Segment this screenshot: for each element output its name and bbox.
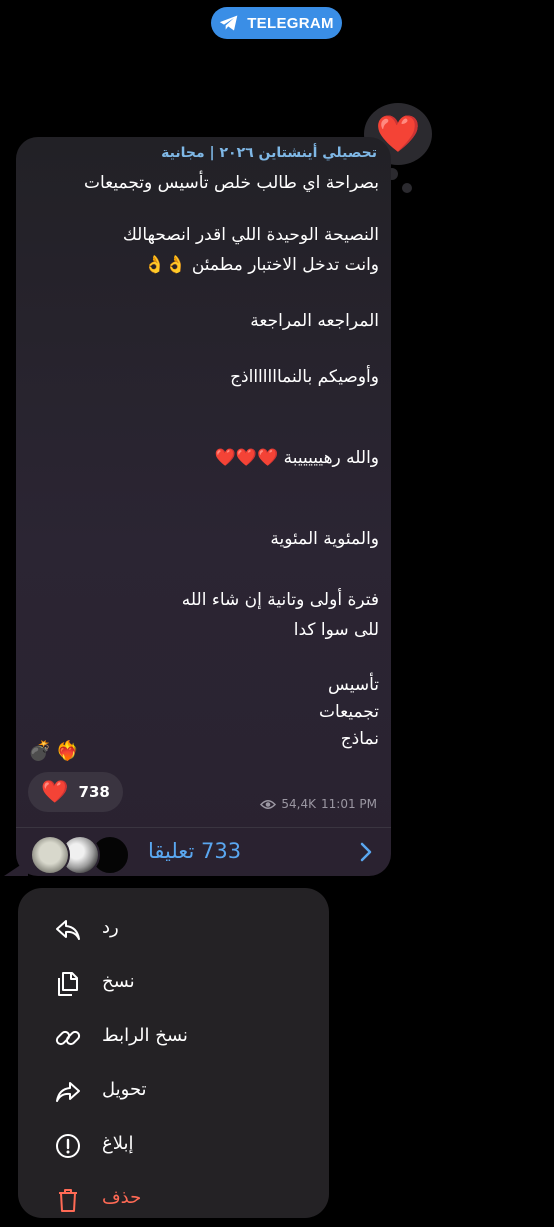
view-count: 54,4K xyxy=(281,797,316,811)
menu-label: نسخ الرابط xyxy=(102,1025,188,1046)
message-line: فترة أولى وتانية إن شاء الله xyxy=(181,590,379,610)
telegram-icon xyxy=(220,15,238,31)
message-text: بصراحة اي طالب خلص تأسيس وتجميعات النصيح… xyxy=(27,172,379,750)
heart-on-fire-emoji: ❤️‍🔥 xyxy=(55,740,80,762)
menu-item-copy-link[interactable]: نسخ الرابط xyxy=(18,1011,329,1065)
reply-icon xyxy=(56,920,80,940)
bomb-emoji: 💣 xyxy=(28,740,52,762)
menu-item-delete[interactable]: حذف xyxy=(18,1173,329,1227)
menu-item-reply[interactable]: رد xyxy=(18,903,329,957)
bubble-dot xyxy=(402,183,412,193)
message-bubble[interactable]: تحصيلي أينشتاين ٢٠٢٦ | مجانية بصراحة اي … xyxy=(16,137,391,876)
emoji-reactions: 💣 ❤️‍🔥 xyxy=(28,739,79,762)
heart-reaction-chip[interactable]: ❤️ 738 xyxy=(28,772,123,812)
message-line: المراجعه المراجعة xyxy=(250,311,379,331)
comments-bar[interactable]: 733 تعليقا xyxy=(16,827,391,876)
report-icon xyxy=(56,1134,80,1158)
commenter-avatars xyxy=(30,835,140,875)
message-line: تجميعات xyxy=(318,702,379,722)
heart-icon: ❤️ xyxy=(41,779,69,805)
message-line: النصيحة الوحيدة اللي اقدر انصحهالك xyxy=(122,225,379,245)
message-line: وأوصيكم بالنماااااااذج xyxy=(230,367,379,387)
menu-item-report[interactable]: إبلاغ xyxy=(18,1119,329,1173)
message-meta: 54,4K 11:01 PM xyxy=(260,797,377,811)
context-menu: رد نسخ نسخ الرابط تحويل إبلاغ حذف xyxy=(18,888,329,1218)
message-line: تأسيس xyxy=(328,675,379,695)
message-line: وانت تدخل الاختبار مطمئن 👌👌 xyxy=(144,255,379,275)
comments-count: 733 تعليقا xyxy=(148,839,242,863)
avatar xyxy=(30,835,70,875)
menu-label: حذف xyxy=(102,1187,142,1208)
channel-name[interactable]: تحصيلي أينشتاين ٢٠٢٦ | مجانية xyxy=(161,145,377,161)
message-line: للى سوا كدا xyxy=(293,620,379,640)
reaction-count: 738 xyxy=(78,783,110,801)
link-icon xyxy=(55,1030,81,1046)
menu-item-copy[interactable]: نسخ xyxy=(18,957,329,1011)
trash-icon xyxy=(59,1189,77,1212)
menu-label: نسخ xyxy=(102,971,135,992)
menu-label: رد xyxy=(102,917,119,938)
forward-icon xyxy=(56,1082,80,1102)
menu-label: تحويل xyxy=(102,1079,147,1100)
menu-label: إبلاغ xyxy=(102,1133,134,1154)
message-line: بصراحة اي طالب خلص تأسيس وتجميعات xyxy=(83,173,379,193)
telegram-badge: TELEGRAM xyxy=(211,7,342,39)
eye-icon xyxy=(260,799,277,809)
badge-label: TELEGRAM xyxy=(247,14,334,32)
menu-item-forward[interactable]: تحويل xyxy=(18,1065,329,1119)
message-line: والمئوية المئوية xyxy=(270,529,379,549)
message-line: والله رهيييييبة ❤️❤️❤️ xyxy=(214,448,379,468)
copy-icon xyxy=(58,972,78,996)
chevron-right-icon xyxy=(360,842,372,862)
message-line: نماذج xyxy=(340,729,379,749)
message-time: 11:01 PM xyxy=(321,797,377,811)
